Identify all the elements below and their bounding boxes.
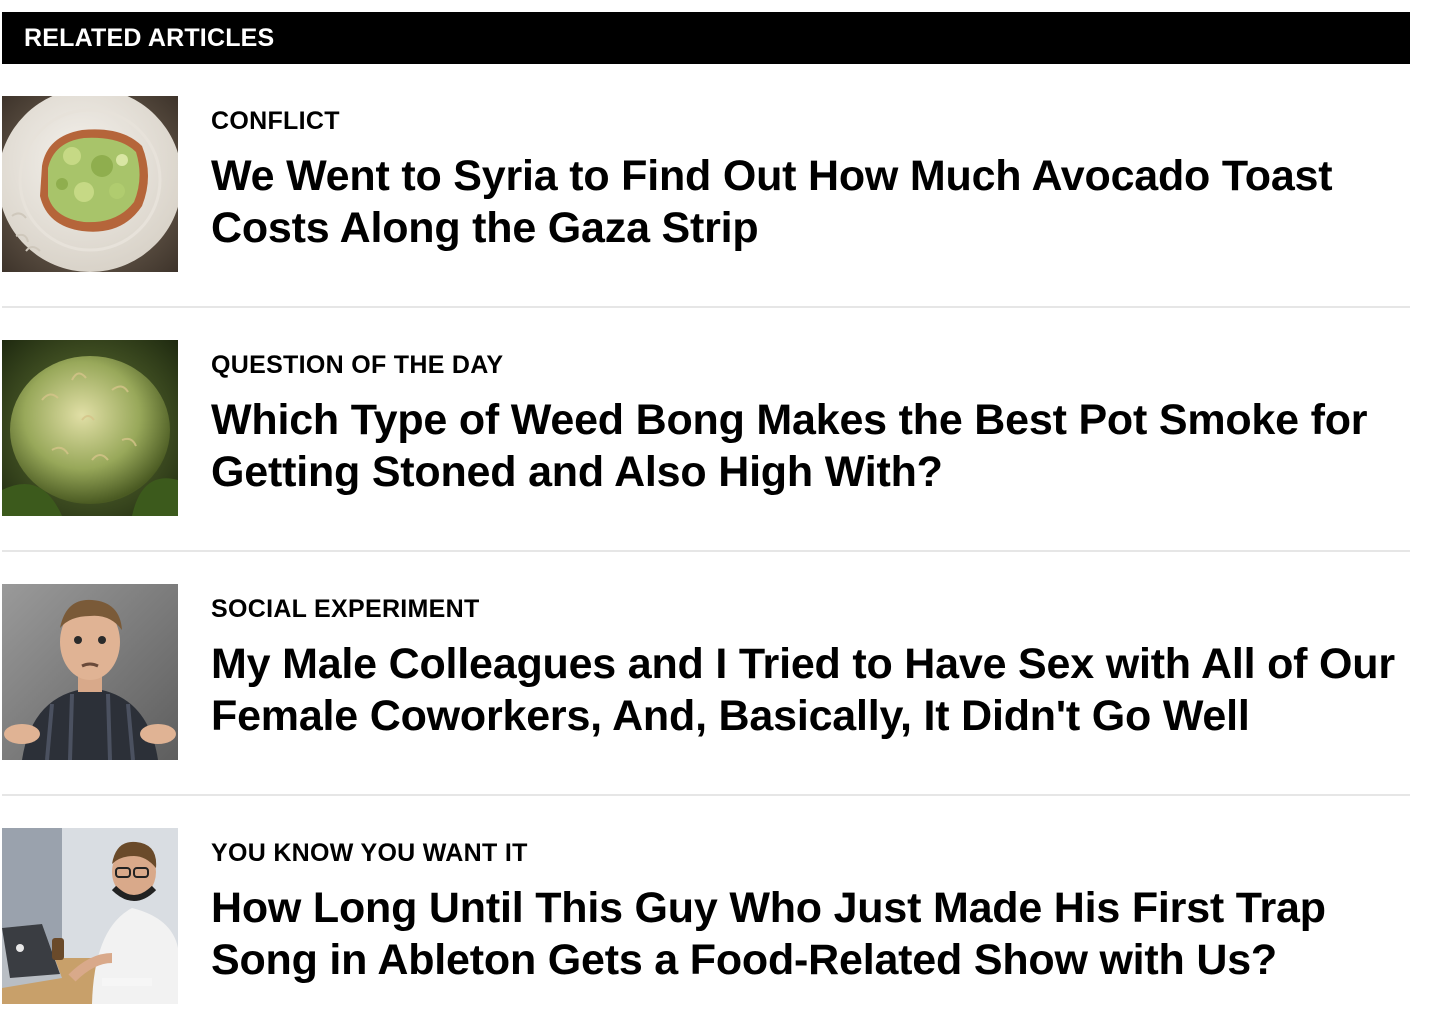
article-card[interactable]: QUESTION OF THE DAY Which Type of Weed B… bbox=[2, 340, 1410, 552]
shrugging-man-photo-icon bbox=[2, 584, 178, 760]
section-header: RELATED ARTICLES bbox=[2, 12, 1410, 64]
avocado-toast-thumbnail[interactable] bbox=[2, 96, 178, 272]
article-category[interactable]: YOU KNOW YOU WANT IT bbox=[211, 838, 1410, 868]
section-title: RELATED ARTICLES bbox=[24, 23, 275, 52]
article-headline[interactable]: Which Type of Weed Bong Makes the Best P… bbox=[211, 394, 1410, 498]
article-category[interactable]: CONFLICT bbox=[211, 106, 1410, 136]
article-text: CONFLICT We Went to Syria to Find Out Ho… bbox=[211, 96, 1410, 254]
article-category[interactable]: SOCIAL EXPERIMENT bbox=[211, 594, 1410, 624]
article-list: CONFLICT We Went to Syria to Find Out Ho… bbox=[2, 96, 1410, 1022]
man-at-laptop-photo-icon bbox=[2, 828, 178, 1004]
article-headline[interactable]: How Long Until This Guy Who Just Made Hi… bbox=[211, 882, 1410, 986]
article-category[interactable]: QUESTION OF THE DAY bbox=[211, 350, 1410, 380]
article-headline[interactable]: My Male Colleagues and I Tried to Have S… bbox=[211, 638, 1410, 742]
article-card[interactable]: SOCIAL EXPERIMENT My Male Colleagues and… bbox=[2, 584, 1410, 796]
article-card[interactable]: YOU KNOW YOU WANT IT How Long Until This… bbox=[2, 828, 1410, 1022]
article-headline[interactable]: We Went to Syria to Find Out How Much Av… bbox=[211, 150, 1410, 254]
article-text: SOCIAL EXPERIMENT My Male Colleagues and… bbox=[211, 584, 1410, 742]
article-text: QUESTION OF THE DAY Which Type of Weed B… bbox=[211, 340, 1410, 498]
related-articles-module: RELATED ARTICLES CONFLICT We Went to Syr… bbox=[2, 0, 1410, 1022]
cannabis-bud-photo-icon bbox=[2, 340, 178, 516]
man-at-laptop-thumbnail[interactable] bbox=[2, 828, 178, 1004]
article-text: YOU KNOW YOU WANT IT How Long Until This… bbox=[211, 828, 1410, 986]
article-card[interactable]: CONFLICT We Went to Syria to Find Out Ho… bbox=[2, 96, 1410, 308]
avocado-toast-photo-icon bbox=[2, 96, 178, 272]
cannabis-bud-thumbnail[interactable] bbox=[2, 340, 178, 516]
shrugging-man-thumbnail[interactable] bbox=[2, 584, 178, 760]
